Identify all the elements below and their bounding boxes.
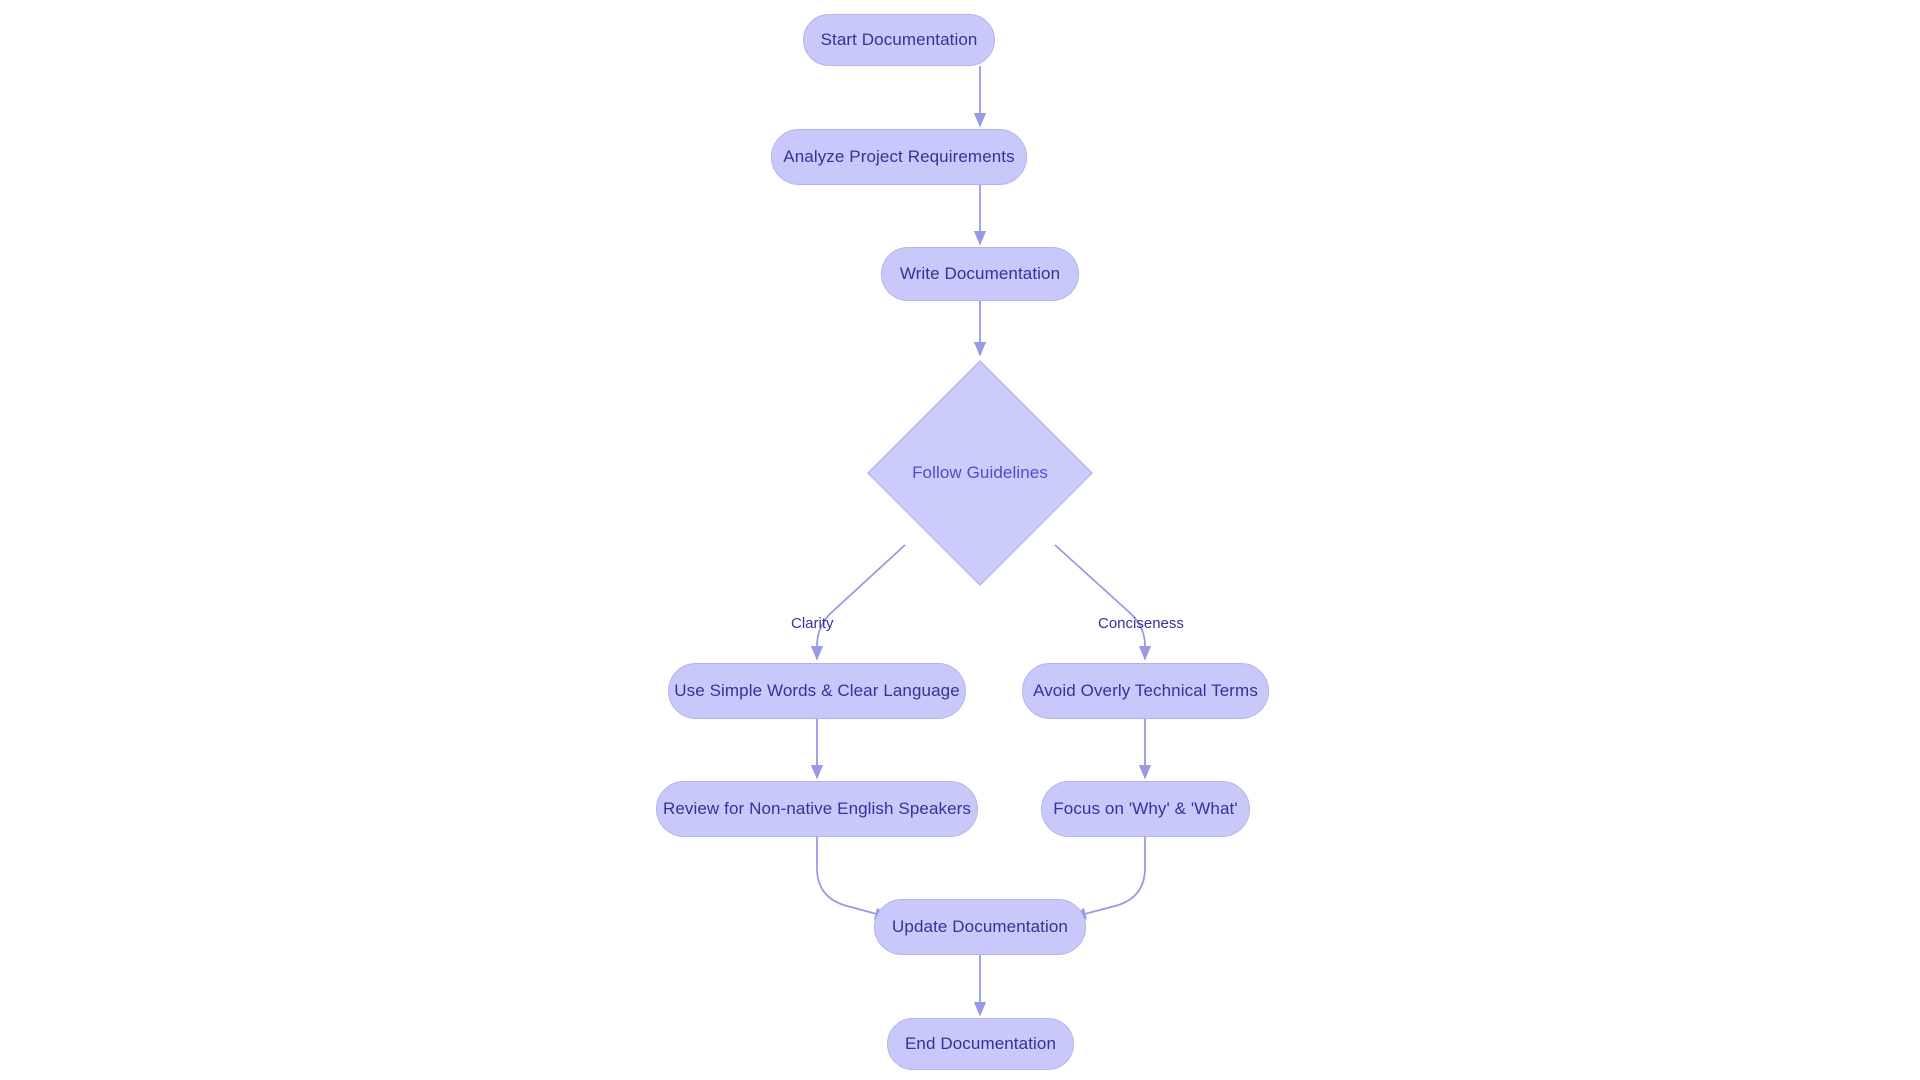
- edge-label-conciseness: Conciseness: [1098, 615, 1184, 632]
- node-review-for-non-native-english-speakers[interactable]: Review for Non-native English Speakers: [656, 781, 978, 837]
- node-follow-guidelines[interactable]: Follow Guidelines: [867, 360, 1093, 586]
- node-label: Focus on 'Why' & 'What': [1053, 799, 1238, 818]
- edge-focus-update: [1071, 837, 1146, 920]
- node-focus-on-why-and-what[interactable]: Focus on 'Why' & 'What': [1041, 781, 1250, 837]
- node-use-simple-words[interactable]: Use Simple Words & Clear Language: [668, 663, 966, 719]
- node-label: Analyze Project Requirements: [783, 147, 1015, 166]
- flowchart-canvas: Start Documentation Analyze Project Requ…: [0, 0, 1920, 1080]
- node-label: Update Documentation: [892, 917, 1068, 936]
- node-label: Write Documentation: [899, 264, 1061, 283]
- node-label: Use Simple Words & Clear Language: [674, 681, 960, 700]
- node-avoid-overly-technical-terms[interactable]: Avoid Overly Technical Terms: [1022, 663, 1269, 719]
- node-label: Avoid Overly Technical Terms: [1033, 681, 1258, 700]
- edge-review-update: [816, 837, 890, 920]
- edge-label-clarity: Clarity: [791, 615, 834, 632]
- node-label: Start Documentation: [820, 30, 978, 49]
- node-label: End Documentation: [904, 1034, 1056, 1053]
- node-start-documentation[interactable]: Start Documentation: [803, 14, 995, 66]
- node-update-documentation[interactable]: Update Documentation: [874, 899, 1086, 955]
- node-end-documentation[interactable]: End Documentation: [887, 1018, 1074, 1070]
- node-label: Follow Guidelines: [912, 463, 1048, 482]
- node-analyze-project-requirements[interactable]: Analyze Project Requirements: [771, 129, 1027, 185]
- node-write-documentation[interactable]: Write Documentation: [881, 247, 1079, 301]
- node-label: Review for Non-native English Speakers: [662, 799, 972, 818]
